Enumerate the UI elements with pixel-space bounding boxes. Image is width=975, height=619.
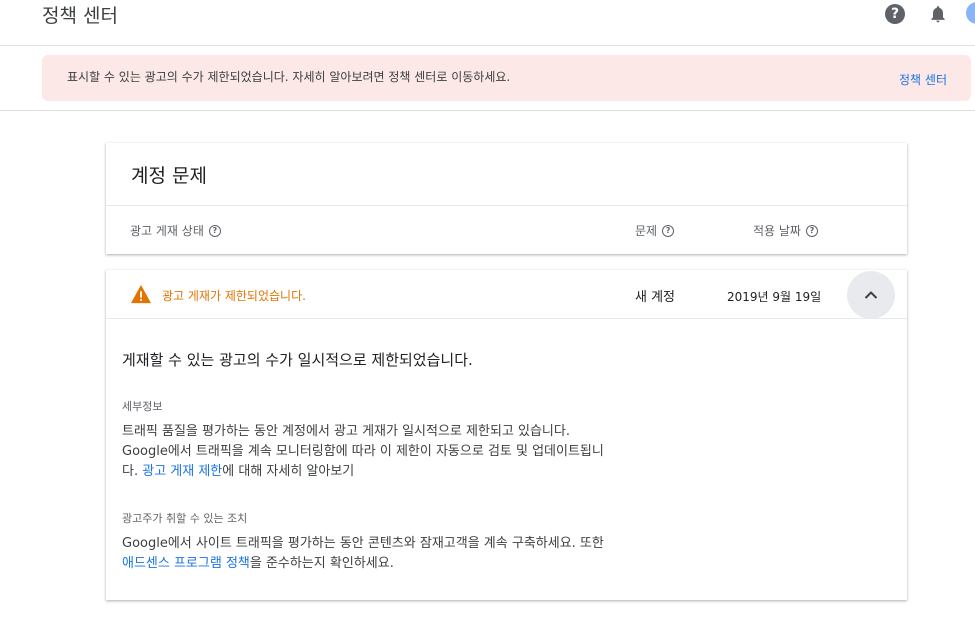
avatar[interactable] [966, 2, 975, 24]
help-icon[interactable]: ? [885, 4, 905, 24]
notifications-bell-icon[interactable] [928, 4, 948, 24]
section-divider [0, 110, 975, 111]
account-issues-card: 계정 문제 광고 게재 상태 ? 문제 ? 적용 날짜 ? [106, 143, 907, 254]
details-line-3: 다. 광고 게재 제한에 대해 자세히 알아보기 [122, 462, 682, 482]
actions-line-2: 애드센스 프로그램 정책을 준수하는지 확인하세요. [122, 554, 682, 574]
issue-name: 새 계정 [635, 290, 676, 305]
issue-headline: 게재할 수 있는 광고의 수가 일시적으로 제한되었습니다. [122, 351, 473, 369]
issue-help-icon[interactable]: ? [662, 224, 675, 237]
details-line-2: Google에서 트래픽을 계속 모니터링함에 따라 이 제한이 자동으로 검토… [122, 444, 604, 459]
adsense-policies-link[interactable]: 애드센스 프로그램 정책 [122, 556, 250, 571]
chevron-up-icon [864, 291, 878, 299]
account-issues-title: 계정 문제 [131, 165, 207, 187]
column-header-date: 적용 날짜 ? [753, 222, 818, 239]
details-text: 트래픽 품질을 평가하는 동안 계정에서 광고 게재가 일시적으로 제한되고 있… [122, 422, 682, 482]
warning-icon [131, 284, 151, 304]
issue-status: 광고 게재가 제한되었습니다. [162, 289, 306, 303]
ad-serving-limits-link[interactable]: 광고 게재 제한 [142, 464, 222, 479]
actions-label: 광고주가 취할 수 있는 조치 [122, 512, 248, 525]
column-header-issue: 문제 ? [635, 222, 675, 239]
actions-line-1: Google에서 사이트 트래픽을 평가하는 동안 콘텐츠와 잠재고객을 계속 … [122, 536, 604, 551]
details-line-3-prefix: 다. [122, 464, 139, 479]
issue-row[interactable]: 광고 게재가 제한되었습니다. 새 계정 2019년 9월 19일 [106, 270, 907, 319]
date-help-icon[interactable]: ? [805, 224, 818, 237]
top-app-bar: 정책 센터 ? [0, 0, 975, 46]
details-label: 세부정보 [122, 400, 163, 413]
collapse-button[interactable] [847, 271, 895, 319]
restriction-alert-banner: 표시할 수 있는 광고의 수가 제한되었습니다. 자세히 알아보려면 정책 센터… [42, 55, 971, 101]
column-status-label: 광고 게재 상태 [130, 224, 204, 238]
card-divider [106, 205, 907, 206]
page-title: 정책 센터 [42, 5, 118, 27]
alert-message: 표시할 수 있는 광고의 수가 제한되었습니다. 자세히 알아보려면 정책 센터… [67, 70, 511, 84]
column-date-label: 적용 날짜 [753, 224, 801, 238]
issue-date: 2019년 9월 19일 [727, 290, 822, 304]
status-help-icon[interactable]: ? [208, 224, 221, 237]
column-issue-label: 문제 [635, 224, 658, 238]
column-header-status: 광고 게재 상태 ? [130, 222, 221, 239]
details-line-1: 트래픽 품질을 평가하는 동안 계정에서 광고 게재가 일시적으로 제한되고 있… [122, 424, 570, 439]
details-line-3-suffix: 에 대해 자세히 알아보기 [222, 464, 355, 479]
actions-line-2-suffix: 을 준수하는지 확인하세요. [249, 556, 394, 571]
actions-text: Google에서 사이트 트래픽을 평가하는 동안 콘텐츠와 잠재고객을 계속 … [122, 534, 682, 574]
policy-center-link[interactable]: 정책 센터 [899, 71, 947, 88]
issue-detail-card: 광고 게재가 제한되었습니다. 새 계정 2019년 9월 19일 게재할 수 … [106, 270, 907, 600]
